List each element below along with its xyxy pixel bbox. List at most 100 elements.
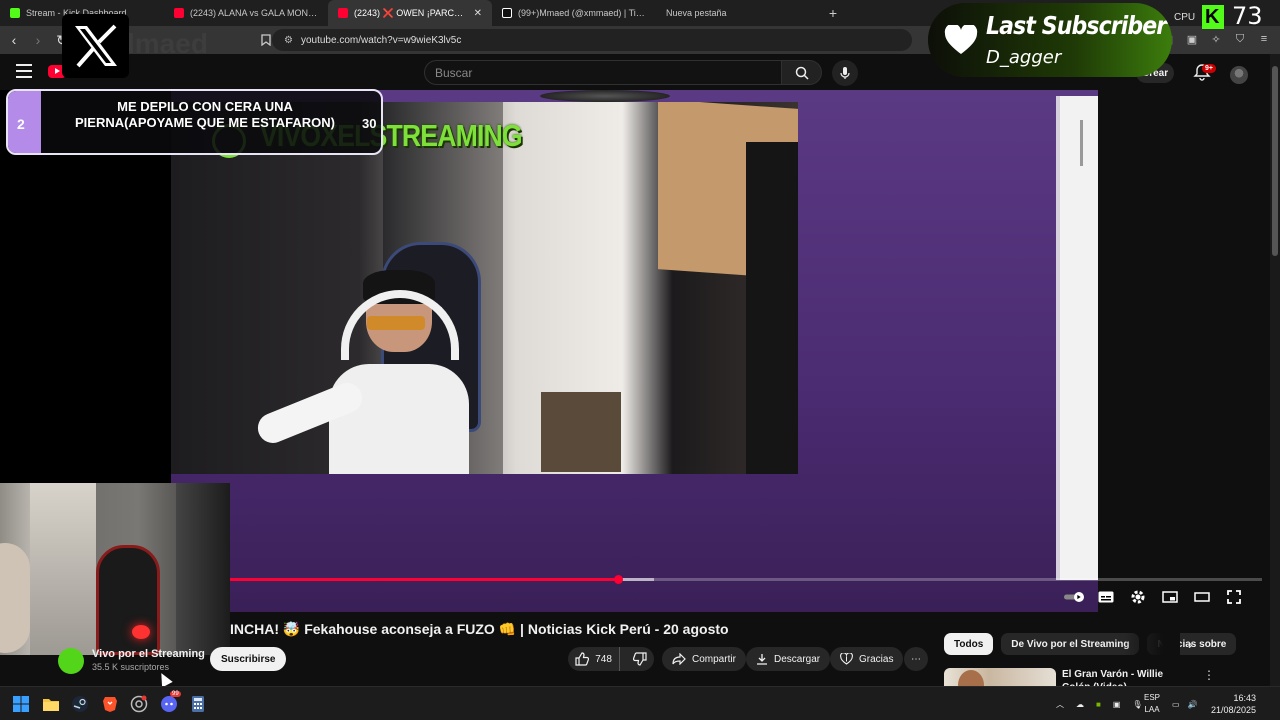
thumbs-down-icon <box>633 652 647 666</box>
search-icon <box>795 66 809 80</box>
mouse-cursor <box>156 670 173 688</box>
desk <box>541 392 621 472</box>
thanks-label: Gracias <box>859 653 894 665</box>
microphone-icon <box>840 67 850 79</box>
address-bar[interactable]: ⚙ youtube.com/watch?v=w9wieK3lv5c <box>272 29 912 51</box>
clock-time: 16:43 <box>1233 693 1256 703</box>
facecam-overlay <box>0 483 230 655</box>
tab-label: (2243) ALANA vs GALA MONTES | SU <box>190 8 318 18</box>
back-arrow-icon[interactable]: ‹ <box>4 30 24 50</box>
calculator-icon[interactable] <box>189 695 207 713</box>
door <box>30 483 96 655</box>
discord-icon[interactable] <box>160 695 178 713</box>
subscriber-goal-widget: 2 ME DEPILO CON CERA UNA PIERNA(APOYAME … <box>6 89 383 155</box>
windows-start-icon[interactable] <box>12 695 30 713</box>
forward-arrow-icon[interactable]: › <box>28 30 48 50</box>
more-actions-button[interactable]: ⋯ <box>904 647 928 671</box>
brave-browser-icon[interactable] <box>101 695 119 713</box>
chip-from-channel[interactable]: De Vivo por el Streaming <box>1001 633 1140 655</box>
kick-logo-icon <box>1202 5 1224 29</box>
account-avatar[interactable] <box>1230 66 1248 84</box>
tiktok-favicon-icon <box>502 8 512 18</box>
app-tray-icon[interactable]: ▣ <box>1113 700 1121 709</box>
subtitles-icon[interactable] <box>1096 587 1116 607</box>
tab-alana-video[interactable]: (2243) ALANA vs GALA MONTES | SU <box>164 0 328 26</box>
last-subscriber-widget: Last Subscriber D_agger <box>928 3 1172 77</box>
subscribe-button[interactable]: Suscribirse <box>210 647 287 671</box>
chevron-right-icon[interactable]: › <box>1188 636 1193 652</box>
search-input[interactable]: Buscar <box>424 60 782 85</box>
autoplay-toggle-icon[interactable] <box>1064 587 1084 607</box>
language-indicator[interactable]: ESP LAA <box>1140 692 1164 716</box>
goal-current-count: 2 <box>17 116 25 132</box>
thumbs-up-icon <box>575 652 590 666</box>
new-tab-button[interactable]: + <box>820 0 846 26</box>
chrome-icon[interactable] <box>130 695 148 713</box>
onedrive-cloud-icon[interactable]: ☁ <box>1076 700 1084 709</box>
kick-favicon-icon <box>10 8 20 18</box>
video-progress-bar[interactable] <box>230 575 1262 584</box>
scrubber-handle[interactable] <box>614 575 624 584</box>
close-tab-icon[interactable]: ✕ <box>474 8 482 19</box>
share-button[interactable]: Compartir <box>662 647 746 671</box>
nvidia-icon[interactable]: ■ <box>1096 700 1101 709</box>
more-dots-icon: ⋯ <box>911 653 921 665</box>
hamburger-menu-icon[interactable] <box>16 64 32 78</box>
tab-new-tab[interactable]: Nueva pestaña <box>656 0 820 26</box>
system-tray: ︿ ☁ ■ ▣ 🎙 <box>1056 687 1143 720</box>
voice-search-button[interactable] <box>832 60 858 86</box>
wallet-icon[interactable]: ▣ <box>1184 30 1200 48</box>
video-side-panel <box>1056 96 1098 580</box>
last-subscriber-title: Last Subscriber <box>986 11 1167 40</box>
youtube-favicon-icon <box>174 8 184 18</box>
streamer-shirt <box>329 364 469 474</box>
channel-avatar[interactable] <box>58 648 84 674</box>
steam-icon[interactable] <box>71 695 89 713</box>
quick-settings[interactable]: ▭ 🔊 <box>1172 687 1198 720</box>
like-button[interactable]: 748 <box>568 647 621 671</box>
goal-target-count: 30 <box>362 116 377 131</box>
miniplayer-icon[interactable] <box>1160 587 1180 607</box>
screen: Stream - Kick Dashboard (2243) ALANA vs … <box>0 0 1280 720</box>
fullscreen-icon[interactable] <box>1224 587 1244 607</box>
share-label: Compartir <box>692 653 736 665</box>
language-code: ESP <box>1143 693 1160 702</box>
settings-gear-icon[interactable] <box>1128 587 1148 607</box>
recommendation-menu-icon[interactable]: ⋮ <box>1203 668 1215 682</box>
url-text: youtube.com/watch?v=w9wieK3lv5c <box>300 34 462 46</box>
video-title: INCHA! 🤯 Fekahouse aconseja a FUZO 👊 | N… <box>230 621 729 637</box>
theater-mode-icon[interactable] <box>1192 587 1212 607</box>
site-info-icon[interactable]: ⚙ <box>284 35 293 46</box>
tab-tiktok[interactable]: (99+)Mmaed (@xmmaed) | TikTok <box>492 0 656 26</box>
scrollbar-thumb[interactable] <box>1272 66 1278 256</box>
cpu-label: CPU <box>1174 12 1196 23</box>
channel-name[interactable]: Vivo por el Streaming <box>92 648 205 660</box>
windows-taskbar: 99 ︿ ☁ ■ ▣ 🎙 ESP LAA ▭ 🔊 16:43 21/08/202… <box>0 686 1280 720</box>
tab-owen-video[interactable]: (2243) ❌ OWEN ¡PARCH4DO po ✕ <box>328 0 492 26</box>
menu-icon[interactable]: ≡ <box>1256 30 1272 48</box>
download-button[interactable]: Descargar <box>746 647 831 671</box>
ai-icon[interactable]: ✧ <box>1208 30 1224 48</box>
like-dislike-group: 748 <box>568 647 654 671</box>
last-subscriber-name: D_agger <box>986 47 1062 68</box>
share-icon <box>672 653 686 665</box>
taskbar-clock[interactable]: 16:43 21/08/2025 <box>1206 692 1256 716</box>
thanks-button[interactable]: Gracias <box>830 647 904 671</box>
youtube-favicon-icon <box>338 8 348 18</box>
pc-tower <box>746 142 798 474</box>
video-artifact <box>540 90 670 102</box>
dislike-button[interactable] <box>626 647 654 671</box>
shield-icon[interactable]: ⛉ <box>1232 30 1248 48</box>
subscriber-count: 35.5 K suscriptores <box>92 662 170 672</box>
tab-label: (99+)Mmaed (@xmmaed) | TikTok <box>518 8 646 18</box>
file-explorer-icon[interactable] <box>42 695 60 713</box>
thanks-heart-dollar-icon <box>840 653 853 665</box>
discord-badge: 99 <box>170 691 181 697</box>
chip-all[interactable]: Todos <box>944 633 994 655</box>
cpu-value: 73 <box>1232 2 1263 30</box>
search-button[interactable] <box>782 60 822 85</box>
streamer-camera-frame <box>171 102 798 474</box>
tray-overflow-icon[interactable]: ︿ <box>1056 699 1064 710</box>
tab-label: Nueva pestaña <box>666 8 727 18</box>
clock-date: 21/08/2025 <box>1210 705 1256 715</box>
